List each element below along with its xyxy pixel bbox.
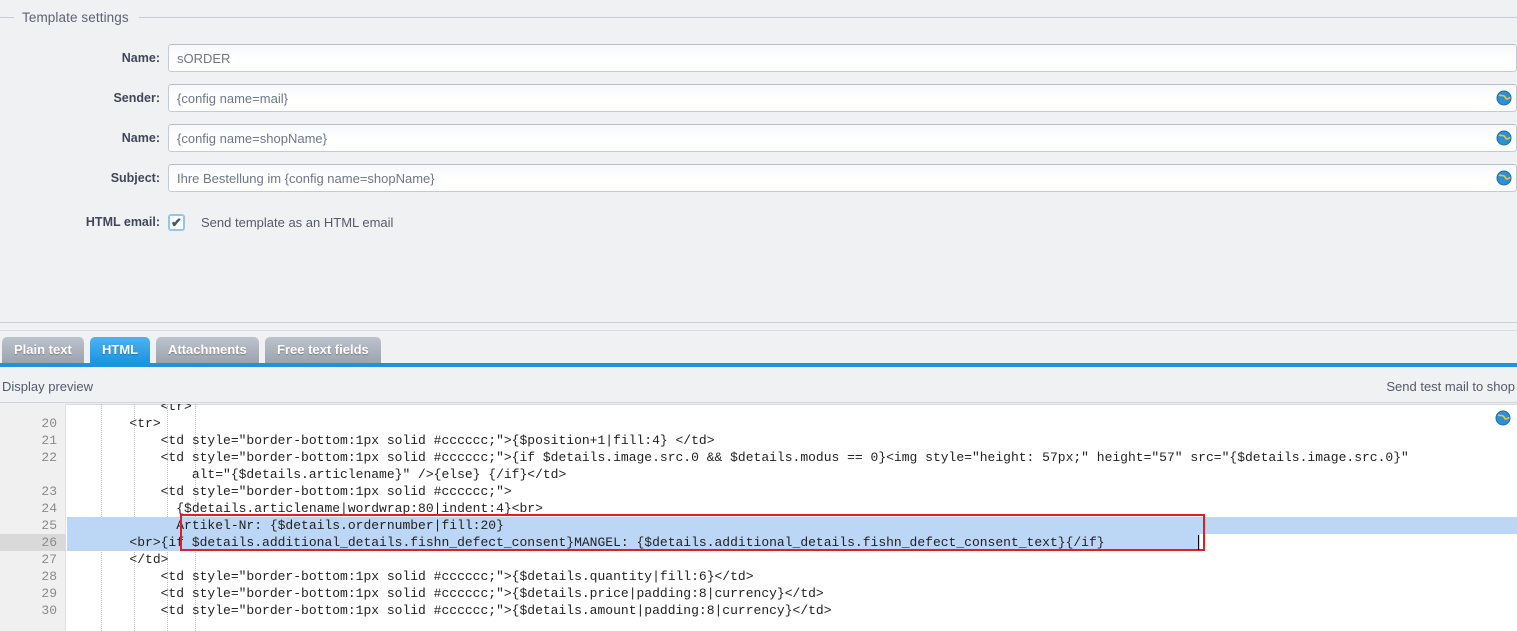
form-label: Name: [121,131,160,145]
gutter-line-number: 24 [41,501,57,516]
field-wrapper [168,84,1517,112]
html-code-editor[interactable]: 20 21 22 23 24 25 26 27 28 29 30 <tr> <tr> <td sty… [0,404,1517,631]
template-settings-panel: Template settings Name: Sender: Name: Subje… [0,0,1517,331]
gutter-line-number: 27 [41,552,57,567]
editor-code-area[interactable]: <tr> <tr> <td style="border-bottom:1px s… [67,404,1517,631]
html-email-label: HTML email: [85,214,160,229]
html-email-checkbox-text[interactable]: Send template as an HTML email [201,215,393,230]
gutter-line-number: 20 [41,416,57,431]
code-line: <td style="border-bottom:1px solid #cccc… [67,450,1409,465]
field-wrapper [168,124,1517,152]
editor-tabs: Plain text HTML Attachments Free text field… [0,337,1517,367]
form-row: Name: [0,44,1517,84]
gutter-line-number: 22 [41,450,57,465]
code-line: <td style="border-bottom:1px solid #cccc… [67,484,512,499]
gutter-line-number: 30 [41,603,57,618]
globe-icon [1495,410,1511,426]
code-line: alt="{$details.articlename}" />{else} {/… [67,467,567,482]
code-line: <td style="border-bottom:1px solid #cccc… [67,569,754,584]
form-row: Sender: [0,84,1517,124]
gutter-line-number: 21 [41,433,57,448]
html-email-row: HTML email: ✔ Send template as an HTML ema… [0,204,1517,240]
code-line: <td style="border-bottom:1px solid #cccc… [67,586,824,601]
input-name-2[interactable] [168,124,1517,152]
html-email-checkbox[interactable]: ✔ [168,213,185,231]
settings-form: Name: Sender: Name: Subject: HTML email: ✔ Sen… [0,44,1517,240]
preview-toolbar: Display preview Send test mail to shop [0,371,1517,403]
legend-rule-left [0,16,14,18]
tab-plain-text[interactable]: Plain text [2,337,84,363]
field-wrapper [168,44,1517,72]
form-row: Subject: [0,164,1517,204]
panel-divider [0,322,1517,323]
gutter-line-number: 25 [41,518,57,533]
gutter-line-number: 29 [41,586,57,601]
tab-free-text-fields[interactable]: Free text fields [265,337,381,363]
code-line-partial: <tr> [67,404,192,414]
tab-html[interactable]: HTML [90,337,151,363]
gutter-line-number: 28 [41,569,57,584]
tab-underline [0,363,1517,367]
input-sender-1[interactable] [168,84,1517,112]
text-caret [1198,535,1199,550]
editor-gutter: 20 21 22 23 24 25 26 27 28 29 30 [0,404,66,631]
form-label: Sender: [113,91,160,105]
panel-divider-secondary [0,330,1517,331]
gutter-line-number: 23 [41,484,57,499]
tab-attachments[interactable]: Attachments [156,337,259,363]
form-label: Name: [121,51,160,65]
code-line: Artikel-Nr: {$details.ordernumber|fill:2… [67,518,504,533]
code-line: <br>{if $details.additional_details.fish… [67,535,1105,550]
form-row: Name: [0,124,1517,164]
globe-icon [1496,90,1512,106]
globe-icon [1496,170,1512,186]
legend-rule-right [138,16,1517,18]
globe-icon [1496,130,1512,146]
gutter-line-number: 26 [41,535,57,550]
template-settings-page: Template settings Name: Sender: Name: Subje… [0,0,1517,631]
input-subject-3[interactable] [168,164,1517,192]
send-test-mail-link[interactable]: Send test mail to shop [1386,379,1515,394]
check-icon: ✔ [171,214,182,230]
field-wrapper [168,164,1517,192]
code-line: <td style="border-bottom:1px solid #cccc… [67,433,715,448]
code-line: </td> [67,552,169,567]
input-name-0[interactable] [168,44,1517,72]
code-line: <td style="border-bottom:1px solid #cccc… [67,603,832,618]
display-preview-label[interactable]: Display preview [2,379,93,394]
panel-legend: Template settings [0,8,1517,26]
panel-legend-label: Template settings [22,9,129,25]
code-line: <tr> [67,416,161,431]
code-line: {$details.articlename|wordwrap:80|indent… [67,501,543,516]
form-label: Subject: [110,171,160,185]
